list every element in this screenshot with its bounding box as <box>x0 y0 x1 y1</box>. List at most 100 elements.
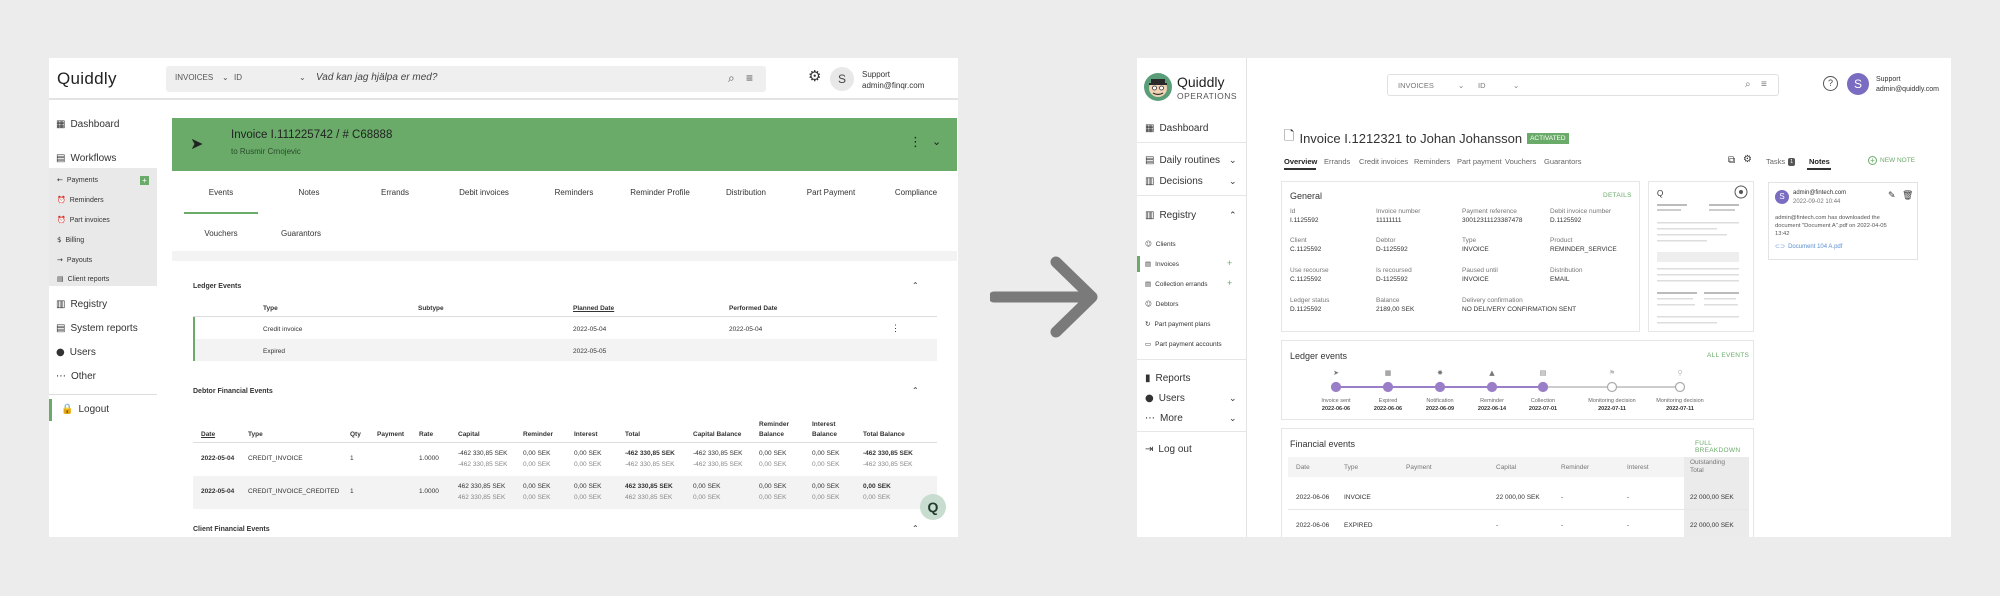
sidebar-item-payments[interactable]: ← Payments <box>57 176 98 184</box>
sidebar-item-dashboard[interactable]: ▦ Dashboard <box>56 119 119 130</box>
tab-tasks[interactable]: Tasks 1 <box>1766 157 1796 166</box>
sidebar-item-payouts[interactable]: → Payouts <box>57 256 92 264</box>
sidebar-item-part-payment-accounts[interactable]: ▭ Part payment accounts <box>1145 340 1222 348</box>
help-icon[interactable]: ? <box>1823 76 1838 91</box>
sidebar-item-client-reports[interactable]: ▤ Client reports <box>57 275 109 283</box>
add-invoice-button[interactable]: + <box>1227 258 1232 268</box>
tab-credit-invoices[interactable]: Credit invoices <box>1359 157 1408 166</box>
sidebar-item-billing[interactable]: $ Billing <box>57 236 84 244</box>
sidebar-item-clients[interactable]: ☺ Clients <box>1145 240 1176 248</box>
tab-errands[interactable]: Errands <box>1324 157 1350 166</box>
sidebar-item-invoices[interactable]: ▤ Invoices <box>1145 260 1179 268</box>
old-search-input[interactable]: Vad kan jag hjälpa er med? <box>316 72 437 83</box>
tab-debit-invoices[interactable]: Debit invoices <box>442 188 526 197</box>
table-row[interactable] <box>193 317 937 339</box>
tab-events[interactable]: Events <box>184 188 258 197</box>
sidebar-item-registry[interactable]: ▥ Registry <box>1145 210 1196 221</box>
chevron-down-icon[interactable]: ⌄ <box>1229 176 1237 187</box>
timeline-event-dot[interactable] <box>1674 381 1686 393</box>
tab-compliance[interactable]: Compliance <box>874 188 958 197</box>
chevron-down-icon[interactable]: ⌄ <box>222 73 229 82</box>
edit-icon[interactable]: ✎ <box>1888 191 1896 201</box>
new-search-field-select[interactable]: ID <box>1478 81 1486 90</box>
tab-notes[interactable]: Notes <box>272 188 346 197</box>
note-attachment-link[interactable]: ⊂⊃ Document 104 A.pdf <box>1775 243 1842 251</box>
timeline-event-dot[interactable] <box>1486 381 1498 393</box>
chevron-down-icon[interactable]: ⌄ <box>1458 81 1464 90</box>
table-row[interactable] <box>193 443 937 476</box>
chevron-down-icon[interactable]: ⌄ <box>1229 393 1237 404</box>
more-vertical-icon[interactable]: ⋮ <box>909 135 922 150</box>
filter-icon[interactable]: ≡ <box>746 71 753 85</box>
gear-icon[interactable]: ⚙ <box>808 67 821 85</box>
old-search-field-select[interactable]: ID <box>234 73 242 82</box>
new-note-button[interactable]: + NEW NOTE <box>1868 156 1915 165</box>
chevron-up-icon[interactable]: ⌃ <box>912 524 919 533</box>
help-chat-button[interactable]: Q <box>920 494 946 520</box>
sidebar-item-part-invoices[interactable]: ⏰ Part invoices <box>57 216 110 224</box>
sidebar-item-reports[interactable]: ▮ Reports <box>1145 373 1191 384</box>
tab-reminders[interactable]: Reminders <box>532 188 616 197</box>
tab-vouchers[interactable]: Vouchers <box>184 229 258 238</box>
search-icon[interactable]: ⌕ <box>1745 79 1751 90</box>
tab-distribution[interactable]: Distribution <box>704 188 788 197</box>
timeline-event-dot[interactable] <box>1434 381 1446 393</box>
tab-reminder-profile[interactable]: Reminder Profile <box>618 188 702 197</box>
tab-vouchers[interactable]: Vouchers <box>1505 157 1536 166</box>
document-preview[interactable]: Q <box>1648 181 1754 332</box>
gear-icon[interactable]: ⚙ <box>1743 154 1752 165</box>
old-search-type-select[interactable]: INVOICES <box>175 73 213 82</box>
timeline-event-dot[interactable] <box>1606 381 1618 393</box>
chevron-down-icon[interactable]: ⌄ <box>299 73 306 82</box>
avatar[interactable]: S <box>1847 73 1869 95</box>
sidebar-item-debtors[interactable]: ☺ Debtors <box>1145 300 1179 308</box>
sidebar-item-part-payment-plans[interactable]: ↻ Part payment plans <box>1145 320 1210 328</box>
table-row[interactable] <box>193 339 937 361</box>
timeline-event-dot[interactable] <box>1537 381 1549 393</box>
sidebar-item-other[interactable]: ⋯ Other <box>56 371 96 382</box>
chevron-up-icon[interactable]: ⌃ <box>912 386 919 395</box>
sidebar-item-daily-routines[interactable]: ▤ Daily routines <box>1145 155 1220 166</box>
add-payment-button[interactable]: + <box>140 176 149 185</box>
new-search-bar[interactable]: INVOICES ⌄ ID ⌄ ⌕ ≡ <box>1387 74 1779 96</box>
add-errand-button[interactable]: + <box>1227 278 1232 288</box>
chevron-down-icon[interactable]: ⌄ <box>1229 155 1237 166</box>
trash-icon[interactable]: 🗑 <box>1902 191 1913 201</box>
chevron-down-icon[interactable]: ⌄ <box>932 135 941 148</box>
chevron-down-icon[interactable]: ⌄ <box>1229 413 1237 424</box>
sidebar-item-logout[interactable]: ⇥ Log out <box>1145 444 1192 455</box>
sidebar-item-registry[interactable]: ▥ Registry <box>56 299 107 310</box>
sidebar-item-collection-errands[interactable]: ▤ Collection errands <box>1145 280 1208 288</box>
sidebar-item-logout[interactable]: 🔒 Logout <box>61 404 109 415</box>
details-link[interactable]: DETAILS <box>1603 192 1632 199</box>
more-vertical-icon[interactable]: ⋮ <box>891 323 900 334</box>
sidebar-item-workflows[interactable]: ▤ Workflows <box>56 153 116 164</box>
sidebar-item-system-reports[interactable]: ▤ System reports <box>56 323 138 334</box>
column-header-sortable[interactable]: Planned Date <box>573 305 614 312</box>
tab-guarantors[interactable]: Guarantors <box>1544 157 1582 166</box>
chevron-up-icon[interactable]: ⌃ <box>1229 210 1237 221</box>
search-icon[interactable]: ⌕ <box>728 71 735 86</box>
column-header-sortable[interactable]: Date <box>201 431 215 438</box>
filter-icon[interactable]: ≡ <box>1761 79 1767 90</box>
tab-notes[interactable]: Notes <box>1809 157 1830 166</box>
sidebar-item-decisions[interactable]: ▥ Decisions <box>1145 176 1203 187</box>
tab-part-payment[interactable]: Part Payment <box>789 188 873 197</box>
timeline-event-dot[interactable] <box>1330 381 1342 393</box>
sidebar-item-dashboard[interactable]: ▦ Dashboard <box>1145 123 1208 134</box>
tab-guarantors[interactable]: Guarantors <box>264 229 338 238</box>
tab-reminders[interactable]: Reminders <box>1414 157 1450 166</box>
full-breakdown-link[interactable]: FULL BREAKDOWN <box>1695 440 1753 454</box>
tab-part-payment[interactable]: Part payment <box>1457 157 1502 166</box>
sidebar-item-users[interactable]: ● Users <box>56 347 96 358</box>
chevron-up-icon[interactable]: ⌃ <box>912 281 919 290</box>
all-events-link[interactable]: ALL EVENTS <box>1707 352 1749 359</box>
old-search-bar[interactable]: INVOICES ⌄ ID ⌄ Vad kan jag hjälpa er me… <box>166 66 766 92</box>
new-search-type-select[interactable]: INVOICES <box>1398 81 1434 90</box>
tab-overview[interactable]: Overview <box>1284 157 1317 166</box>
timeline-event-dot[interactable] <box>1382 381 1394 393</box>
avatar[interactable]: S <box>830 67 854 91</box>
tab-errands[interactable]: Errands <box>358 188 432 197</box>
sidebar-item-users[interactable]: ● Users <box>1145 393 1185 404</box>
chevron-down-icon[interactable]: ⌄ <box>1513 81 1519 90</box>
